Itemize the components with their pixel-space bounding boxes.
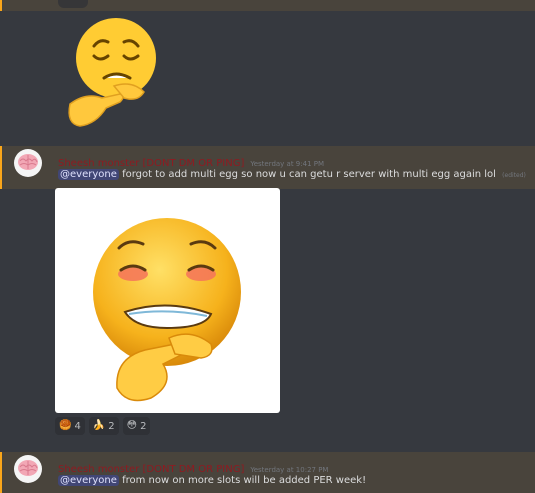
brain-avatar-icon[interactable]: [14, 149, 42, 177]
image-attachment[interactable]: [55, 188, 280, 413]
message-1-content: @everyone forgot to add multi egg so now…: [58, 169, 526, 180]
flushed-biting-lip-emoji-icon: [93, 218, 241, 402]
message-1[interactable]: Sheesh monster [DONT DM OR PING] Yesterda…: [0, 146, 535, 189]
previous-reaction-stub[interactable]: [58, 0, 88, 8]
message-2-content: @everyone from now on more slots will be…: [58, 475, 366, 486]
everyone-mention[interactable]: @everyone: [58, 475, 119, 486]
edited-tag: (edited): [502, 172, 526, 179]
message-2[interactable]: Sheesh monster [DONT DM OR PING] Yesterda…: [0, 452, 535, 493]
reaction-flushed[interactable]: 😳 2: [122, 417, 151, 435]
message-2-header: Sheesh monster [DONT DM OR PING] Yesterda…: [58, 457, 328, 476]
message-text: forgot to add multi egg so now u can get…: [122, 169, 496, 180]
reaction-count: 2: [108, 420, 115, 432]
author-name[interactable]: Sheesh monster [DONT DM OR PING]: [58, 464, 244, 475]
brain-avatar-icon[interactable]: [14, 455, 42, 483]
everyone-mention[interactable]: @everyone: [58, 169, 119, 180]
message-text: from now on more slots will be added PER…: [122, 475, 367, 486]
reaction-count: 2: [140, 420, 147, 432]
pleading-emoji-icon: [68, 18, 156, 127]
flushed-face-icon: 😳: [126, 420, 138, 431]
banana-icon: 🍌: [92, 420, 106, 431]
reactions-bar: 🥮 4 🍌 2 😳 2: [55, 417, 151, 435]
author-name[interactable]: Sheesh monster [DONT DM OR PING]: [58, 158, 244, 169]
timestamp: Yesterday at 10:27 PM: [250, 466, 329, 474]
reaction-count: 4: [74, 420, 81, 432]
reaction-mooncake[interactable]: 🥮 4: [55, 417, 85, 435]
timestamp: Yesterday at 9:41 PM: [250, 160, 325, 168]
reaction-banana[interactable]: 🍌 2: [88, 417, 119, 435]
previous-message-highlight: [0, 0, 535, 11]
message-1-header: Sheesh monster [DONT DM OR PING] Yesterda…: [58, 151, 324, 170]
mooncake-icon: 🥮: [59, 420, 72, 431]
